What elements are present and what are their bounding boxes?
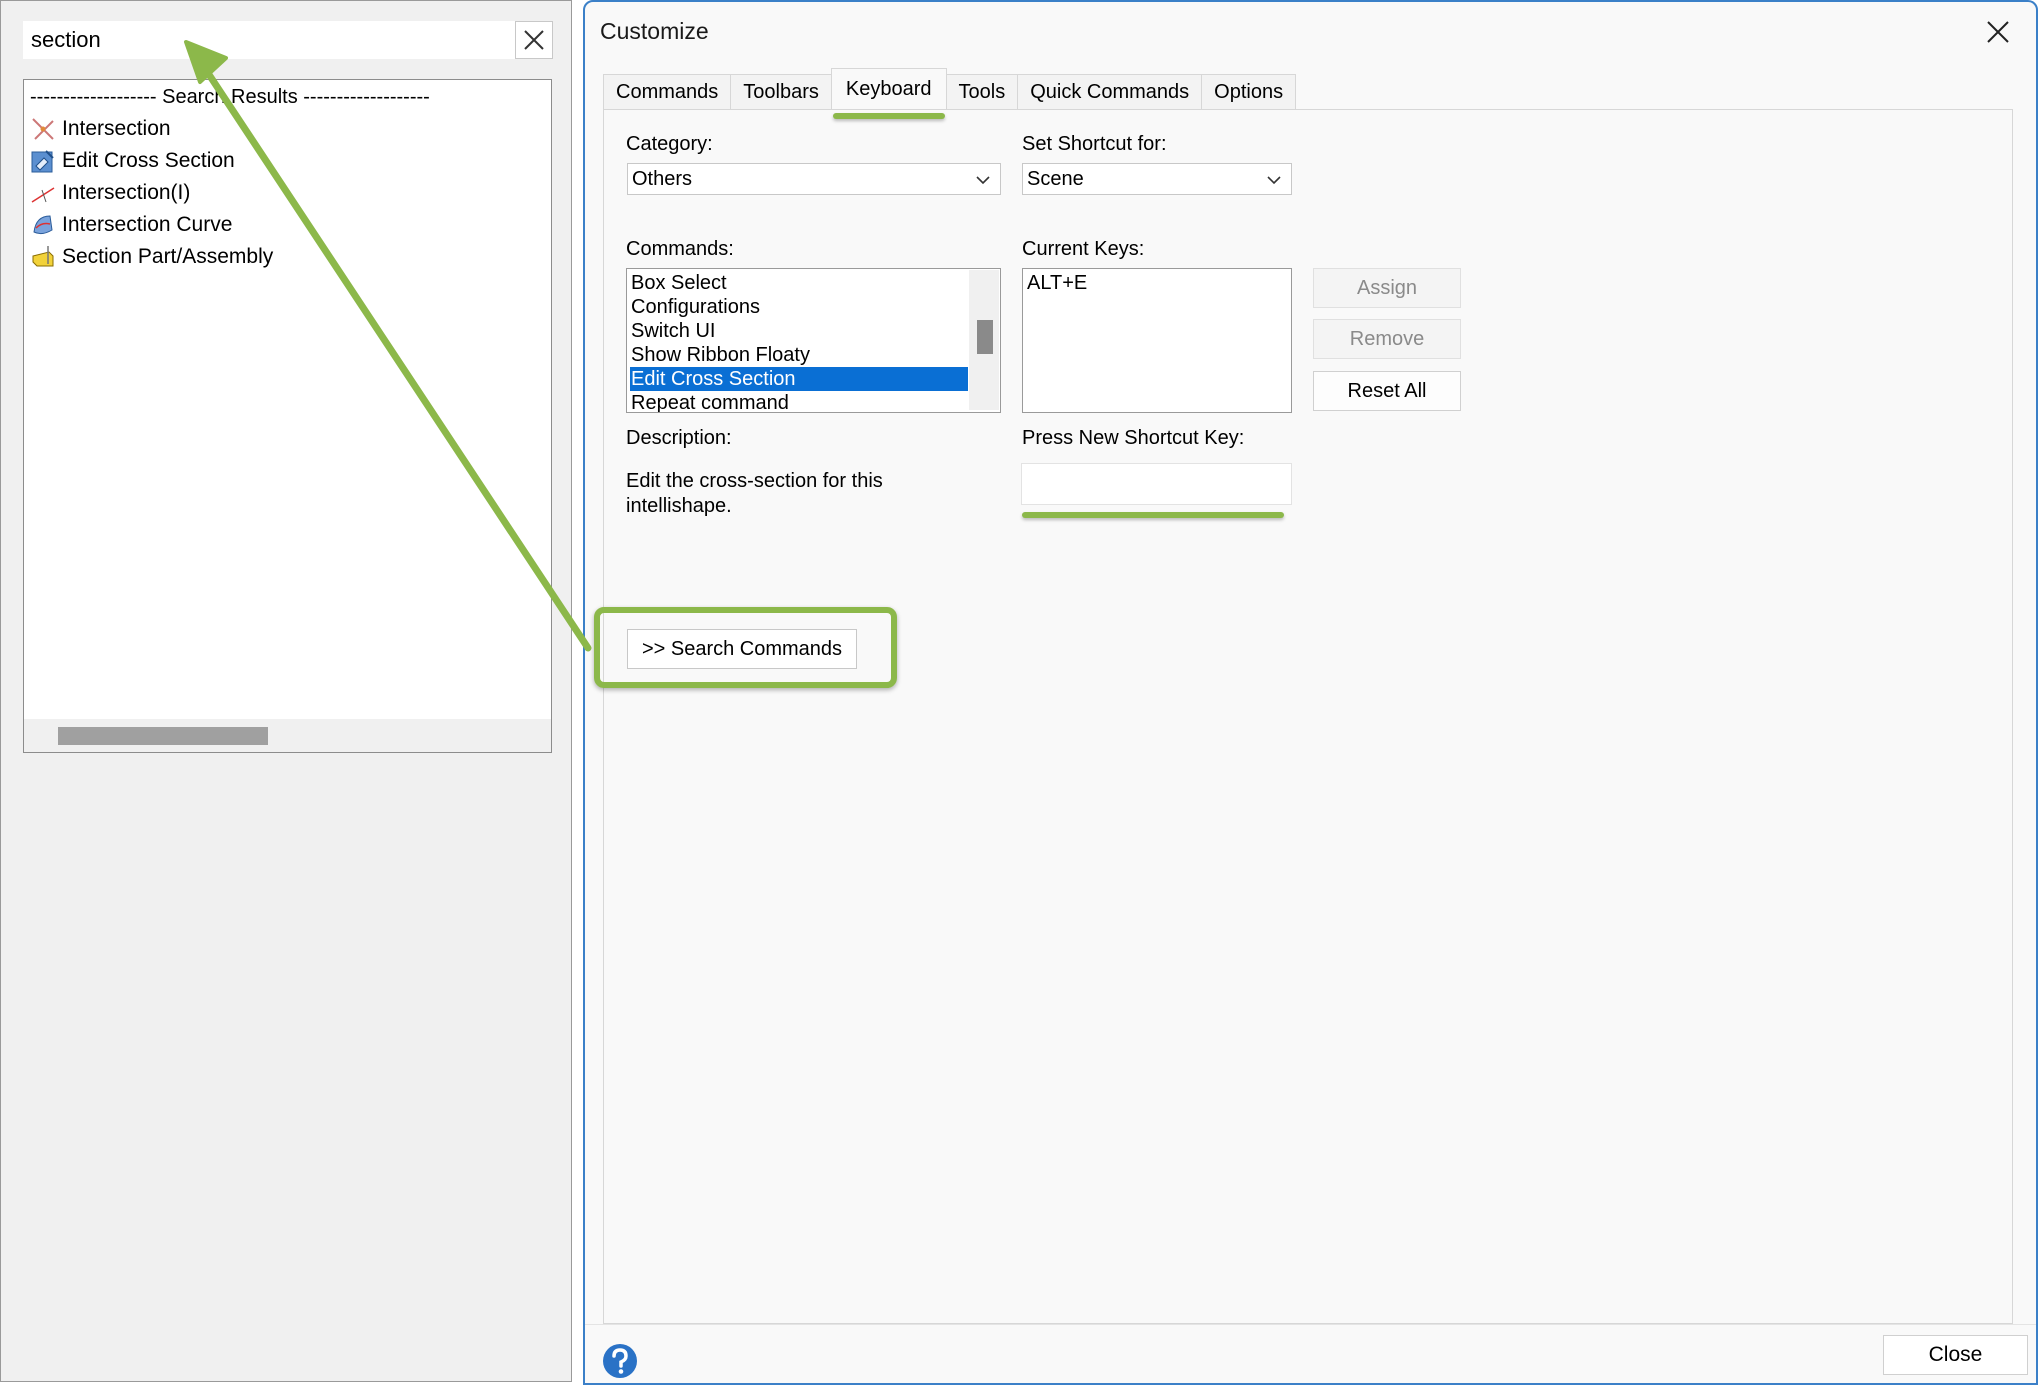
scrollbar-thumb[interactable] xyxy=(58,727,268,745)
shortcut-key-input[interactable] xyxy=(1021,463,1292,505)
description-label: Description: xyxy=(626,427,732,449)
horizontal-scrollbar[interactable] xyxy=(24,719,551,752)
category-value: Others xyxy=(632,167,693,190)
list-item[interactable]: ALT+E xyxy=(1026,271,1087,295)
current-keys-list[interactable]: ALT+E xyxy=(1022,268,1292,413)
set-shortcut-label: Set Shortcut for: xyxy=(1022,133,1167,155)
vertical-scrollbar[interactable] xyxy=(969,270,999,410)
help-icon[interactable] xyxy=(601,1342,639,1380)
list-item-label: Intersection xyxy=(62,117,171,140)
search-results-header: ------------------- Search Results -----… xyxy=(30,86,430,108)
current-keys-label: Current Keys: xyxy=(1022,238,1145,260)
clear-search-button[interactable] xyxy=(515,21,553,59)
set-shortcut-value: Scene xyxy=(1027,167,1084,190)
dialog-title: Customize xyxy=(600,18,709,44)
tab-commands[interactable]: Commands xyxy=(603,74,732,110)
intersection-icon xyxy=(32,118,54,140)
tab-keyboard[interactable]: Keyboard xyxy=(830,68,947,110)
list-item[interactable]: Section Part/Assembly xyxy=(30,242,273,272)
list-item[interactable]: Intersection Curve xyxy=(30,210,232,240)
assign-button[interactable]: Assign xyxy=(1313,268,1461,308)
category-dropdown[interactable]: Others xyxy=(627,163,1001,195)
search-commands-button[interactable]: >> Search Commands xyxy=(627,629,857,669)
tab-tools[interactable]: Tools xyxy=(945,74,1019,110)
annotation-underline-keyboard-tab xyxy=(833,113,945,119)
list-item[interactable]: Show Ribbon Floaty xyxy=(630,343,810,367)
tab-bar: Commands Toolbars Keyboard Tools Quick C… xyxy=(603,68,1297,110)
list-item-label: Edit Cross Section xyxy=(62,149,235,172)
edit-cross-section-icon xyxy=(31,150,54,173)
tab-options[interactable]: Options xyxy=(1201,74,1297,110)
chevron-down-icon xyxy=(976,176,990,185)
intersection-line-icon xyxy=(31,187,55,203)
list-item[interactable]: Edit Cross Section xyxy=(30,146,235,176)
customize-dialog: Customize Commands Toolbars Keyboard Too… xyxy=(583,0,2038,1385)
search-panel: ------------------- Search Results -----… xyxy=(0,0,572,1382)
search-input[interactable] xyxy=(23,21,515,59)
footer-divider xyxy=(585,1324,2036,1325)
remove-button[interactable]: Remove xyxy=(1313,319,1461,359)
list-item-selected[interactable]: Edit Cross Section xyxy=(630,367,968,391)
intersection-curve-icon xyxy=(33,215,53,235)
scrollbar-thumb[interactable] xyxy=(977,320,993,354)
list-item-label: Intersection(I) xyxy=(62,181,191,204)
list-item[interactable]: Repeat command xyxy=(630,391,789,412)
category-label: Category: xyxy=(626,133,713,155)
annotation-underline-shortcut-input xyxy=(1022,512,1284,518)
dialog-close-button[interactable] xyxy=(1982,16,2014,48)
commands-list[interactable]: Box Select Configurations Switch UI Show… xyxy=(626,268,1001,413)
tab-quick-commands[interactable]: Quick Commands xyxy=(1017,74,1203,110)
commands-label: Commands: xyxy=(626,238,734,260)
list-item[interactable]: Switch UI xyxy=(630,319,715,343)
tab-toolbars[interactable]: Toolbars xyxy=(730,74,832,110)
close-button[interactable]: Close xyxy=(1883,1335,2028,1375)
close-icon xyxy=(1987,21,2009,43)
list-item[interactable]: Box Select xyxy=(630,271,727,295)
list-item[interactable]: Configurations xyxy=(630,295,760,319)
list-item-label: Intersection Curve xyxy=(62,213,233,236)
reset-all-button[interactable]: Reset All xyxy=(1313,371,1461,411)
section-part-icon xyxy=(32,246,54,267)
list-item[interactable]: Intersection(I) xyxy=(30,178,190,208)
press-new-shortcut-label: Press New Shortcut Key: xyxy=(1022,427,1245,449)
list-item-label: Section Part/Assembly xyxy=(62,245,274,268)
description-text: Edit the cross-section for this intellis… xyxy=(626,470,883,517)
close-icon xyxy=(524,30,544,50)
chevron-down-icon xyxy=(1267,176,1281,185)
list-item[interactable]: Intersection xyxy=(30,114,171,144)
search-results-list: ------------------- Search Results -----… xyxy=(23,79,552,753)
set-shortcut-dropdown[interactable]: Scene xyxy=(1022,163,1292,195)
